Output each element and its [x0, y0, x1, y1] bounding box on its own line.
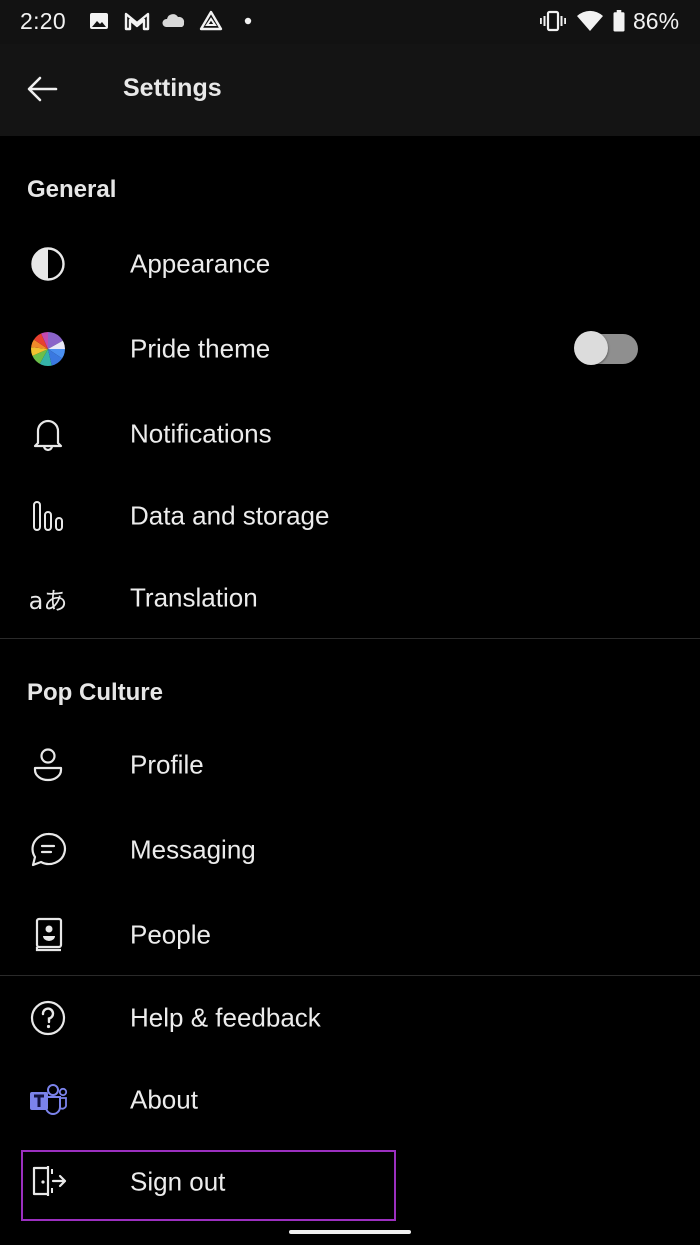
teams-logo-icon [27, 1079, 69, 1121]
settings-item-people[interactable]: People [0, 895, 700, 975]
translate-icon: aあ [28, 586, 68, 615]
back-button[interactable] [22, 70, 72, 110]
section-header-general: General [27, 176, 117, 203]
contrast-icon [27, 243, 69, 285]
settings-item-about[interactable]: About [0, 1060, 700, 1140]
settings-item-messaging[interactable]: Messaging [0, 810, 700, 890]
settings-item-label: Sign out [130, 1166, 226, 1197]
gmail-icon [124, 12, 150, 31]
settings-item-label: Profile [130, 749, 204, 780]
settings-item-label: Notifications [130, 418, 272, 449]
page-title: Settings [123, 74, 222, 102]
arrow-left-icon [27, 76, 58, 102]
section-header-pop-culture: Pop Culture [27, 679, 163, 706]
dot-icon [244, 17, 252, 25]
settings-item-notifications[interactable]: Notifications [0, 394, 700, 474]
battery-percent: 86% [633, 8, 680, 34]
pride-color-wheel-icon [27, 328, 69, 370]
bell-icon [27, 413, 69, 455]
vibrate-icon [540, 10, 566, 32]
contact-book-icon [27, 914, 69, 956]
status-time: 2:20 [20, 8, 66, 34]
section-divider [0, 638, 700, 639]
settings-item-translation[interactable]: aあ Translation [0, 558, 700, 638]
settings-item-profile[interactable]: Profile [0, 725, 700, 805]
settings-item-sign-out[interactable]: Sign out [0, 1142, 700, 1222]
person-icon [27, 744, 69, 786]
data-bars-icon [27, 495, 69, 537]
toggle-thumb [574, 331, 608, 365]
chat-bubble-icon [27, 829, 69, 871]
home-indicator[interactable] [289, 1230, 411, 1234]
settings-item-label: Data and storage [130, 500, 330, 531]
sign-out-door-icon [27, 1161, 69, 1203]
status-bar: 2:20 86% [0, 0, 700, 44]
settings-item-help-feedback[interactable]: Help & feedback [0, 978, 700, 1058]
wifi-icon [577, 10, 603, 31]
app-bar: Settings [0, 44, 700, 136]
settings-item-label: Messaging [130, 834, 256, 865]
settings-item-label: Pride theme [130, 333, 271, 364]
settings-item-label: People [130, 919, 211, 950]
settings-item-label: Appearance [130, 248, 271, 279]
section-divider [0, 975, 700, 976]
settings-item-label: About [130, 1084, 198, 1115]
settings-item-label: Help & feedback [130, 1002, 321, 1033]
settings-item-appearance[interactable]: Appearance [0, 224, 700, 304]
settings-item-label: Translation [130, 582, 258, 613]
help-circle-icon [27, 997, 69, 1039]
battery-icon [613, 10, 625, 32]
gallery-icon [90, 13, 108, 29]
onedrive-cloud-icon [162, 14, 185, 27]
pride-theme-toggle[interactable] [574, 331, 638, 367]
settings-item-data-and-storage[interactable]: Data and storage [0, 476, 700, 556]
drive-icon [199, 10, 223, 31]
